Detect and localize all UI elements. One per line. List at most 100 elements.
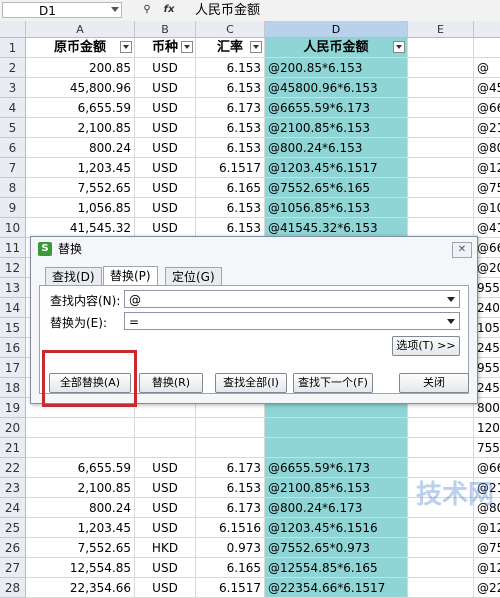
cell-exchange-rate[interactable]: 6.1517 <box>196 578 265 598</box>
cell-exchange-rate[interactable] <box>196 438 265 458</box>
row-header[interactable]: 1 <box>0 38 26 58</box>
cell-exchange-rate[interactable]: 6.173 <box>196 458 265 478</box>
cell-e[interactable] <box>408 558 474 578</box>
cell-f[interactable]: 755 <box>474 438 500 458</box>
cell-currency[interactable]: USD <box>135 478 196 498</box>
cell-e[interactable] <box>408 178 474 198</box>
row-header[interactable]: 27 <box>0 558 26 578</box>
row-header[interactable]: 18 <box>0 378 26 398</box>
chevron-down-icon[interactable] <box>447 297 455 302</box>
cell-rmb-amount[interactable]: @22354.66*6.1517 <box>265 578 408 598</box>
cell-original-amount[interactable]: 800.24 <box>26 138 135 158</box>
cell-f[interactable]: @ <box>474 58 500 78</box>
row-header[interactable]: 22 <box>0 458 26 478</box>
cell-exchange-rate[interactable]: 6.165 <box>196 178 265 198</box>
cell-f[interactable]: @665 <box>474 98 500 118</box>
chevron-down-icon[interactable] <box>447 319 455 324</box>
row-header[interactable]: 3 <box>0 78 26 98</box>
row-header[interactable]: 8 <box>0 178 26 198</box>
cell-rmb-amount[interactable]: @2100.85*6.153 <box>265 478 408 498</box>
cell-original-amount[interactable]: 1,203.45 <box>26 518 135 538</box>
row-header[interactable]: 12 <box>0 258 26 278</box>
cell-original-amount[interactable]: 200.85 <box>26 58 135 78</box>
replace-input[interactable]: = <box>124 312 460 330</box>
cell-e[interactable] <box>408 38 474 58</box>
row-header[interactable]: 24 <box>0 498 26 518</box>
cell-rmb-amount[interactable]: @41545.32*6.153 <box>265 218 408 238</box>
find-next-button[interactable]: 查找下一个(F) <box>293 373 373 393</box>
row-header[interactable]: 6 <box>0 138 26 158</box>
cell-e[interactable] <box>408 58 474 78</box>
cell-rmb-amount[interactable]: @1056.85*6.153 <box>265 198 408 218</box>
cell-f[interactable]: @415 <box>474 218 500 238</box>
cell-original-amount[interactable]: 1,056.85 <box>26 198 135 218</box>
cell-rmb-amount[interactable]: @2100.85*6.153 <box>265 118 408 138</box>
cell-currency[interactable]: USD <box>135 498 196 518</box>
cell-f[interactable]: @755 <box>474 538 500 558</box>
cell-f[interactable]: @223 <box>474 578 500 598</box>
row-header[interactable]: 14 <box>0 298 26 318</box>
cell-currency[interactable]: USD <box>135 458 196 478</box>
row-header[interactable]: 21 <box>0 438 26 458</box>
cell-currency[interactable]: USD <box>135 558 196 578</box>
cell-currency[interactable]: USD <box>135 58 196 78</box>
column-header-d[interactable]: D <box>265 21 408 38</box>
name-box[interactable]: D1 <box>2 2 122 18</box>
cell-rmb-amount[interactable]: @7552.65*6.165 <box>265 178 408 198</box>
cell-rmb-amount[interactable]: @800.24*6.173 <box>265 498 408 518</box>
tab-goto[interactable]: 定位(G) <box>165 267 222 285</box>
cell-rmb-amount[interactable]: @6655.59*6.173 <box>265 458 408 478</box>
cell-currency[interactable]: USD <box>135 198 196 218</box>
cell-exchange-rate[interactable]: 6.165 <box>196 558 265 578</box>
row-header[interactable]: 26 <box>0 538 26 558</box>
cell-currency[interactable]: USD <box>135 158 196 178</box>
cell-rmb-amount[interactable] <box>265 418 408 438</box>
header-cell-c[interactable]: 汇率 <box>196 38 265 58</box>
cell-e[interactable] <box>408 518 474 538</box>
formula-input[interactable]: 人民币金额 <box>195 0 260 21</box>
chevron-down-icon[interactable] <box>111 7 119 12</box>
cell-exchange-rate[interactable]: 6.153 <box>196 138 265 158</box>
row-header[interactable]: 20 <box>0 418 26 438</box>
cell-original-amount[interactable]: 2,100.85 <box>26 118 135 138</box>
cell-e[interactable] <box>408 538 474 558</box>
cell-f[interactable]: @800 <box>474 138 500 158</box>
cell-original-amount[interactable]: 2,100.85 <box>26 478 135 498</box>
filter-dropdown-icon[interactable] <box>181 41 193 53</box>
cell-e[interactable] <box>408 158 474 178</box>
cell-exchange-rate[interactable]: 6.153 <box>196 78 265 98</box>
row-header[interactable]: 4 <box>0 98 26 118</box>
cell-e[interactable] <box>408 198 474 218</box>
cell-currency[interactable]: USD <box>135 98 196 118</box>
column-header-c[interactable]: C <box>196 21 265 38</box>
column-header-a[interactable]: A <box>26 21 135 38</box>
cell-currency[interactable]: HKD <box>135 538 196 558</box>
cell-e[interactable] <box>408 418 474 438</box>
row-header[interactable]: 7 <box>0 158 26 178</box>
cell-e[interactable] <box>408 578 474 598</box>
cell-original-amount[interactable]: 12,554.85 <box>26 558 135 578</box>
cell-exchange-rate[interactable]: 6.153 <box>196 118 265 138</box>
cell-currency[interactable]: USD <box>135 518 196 538</box>
row-header[interactable]: 25 <box>0 518 26 538</box>
cell-original-amount[interactable]: 7,552.65 <box>26 178 135 198</box>
header-cell-b[interactable]: 币种 <box>135 38 196 58</box>
column-header-f[interactable] <box>474 21 500 38</box>
cell-currency[interactable] <box>135 438 196 458</box>
cell-f[interactable]: @120 <box>474 518 500 538</box>
tab-replace[interactable]: 替换(P) <box>103 266 158 286</box>
cell-e[interactable] <box>408 98 474 118</box>
row-header[interactable]: 17 <box>0 358 26 378</box>
cell-currency[interactable]: USD <box>135 118 196 138</box>
cell-exchange-rate[interactable]: 6.1516 <box>196 518 265 538</box>
cell-original-amount[interactable]: 22,354.66 <box>26 578 135 598</box>
dialog-titlebar[interactable]: S 替换 ✕ <box>31 237 477 262</box>
cell-rmb-amount[interactable] <box>265 438 408 458</box>
zoom-icon[interactable]: ⚲ <box>140 3 154 17</box>
cell-currency[interactable]: USD <box>135 78 196 98</box>
cell-currency[interactable]: USD <box>135 578 196 598</box>
row-header[interactable]: 19 <box>0 398 26 418</box>
cell-currency[interactable] <box>135 418 196 438</box>
row-header[interactable]: 10 <box>0 218 26 238</box>
cell-f[interactable]: 120 <box>474 418 500 438</box>
